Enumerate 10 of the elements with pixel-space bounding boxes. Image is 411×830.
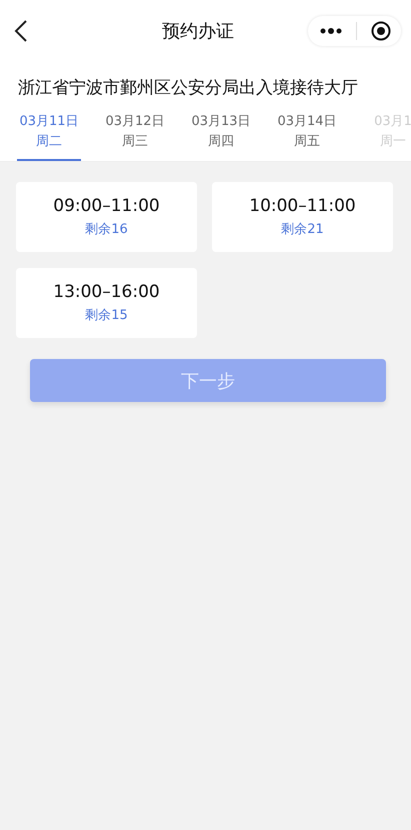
office-name: 浙江省宁波市鄞州区公安分局出入境接待大厅 bbox=[17, 77, 359, 100]
time-slot-card[interactable]: 13:00–16:00 剩余15 bbox=[16, 268, 197, 338]
date-tab[interactable]: 03月13日 周四 bbox=[189, 109, 253, 161]
date-tab[interactable]: 03月12日 周三 bbox=[103, 109, 167, 161]
more-icon[interactable] bbox=[320, 28, 342, 34]
time-slot-card[interactable]: 09:00–11:00 剩余16 bbox=[16, 182, 197, 252]
date-tab[interactable]: 03月14日 周五 bbox=[275, 109, 339, 161]
time-slot-card[interactable]: 10:00–11:00 剩余21 bbox=[212, 182, 393, 252]
back-icon[interactable] bbox=[14, 19, 28, 43]
page-title: 预约办证 bbox=[162, 20, 234, 43]
